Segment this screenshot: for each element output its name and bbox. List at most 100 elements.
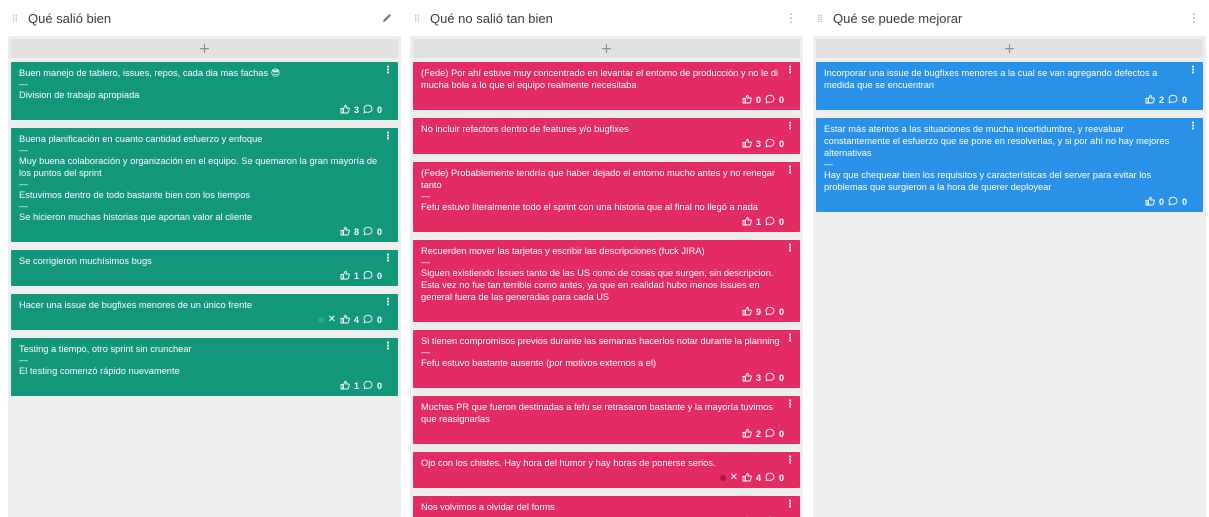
kebab-menu-icon[interactable]: ⋮ [785,499,795,511]
card-text: Recuerden mover las tarjetas y escribir … [421,246,705,256]
thumbs-up-icon[interactable] [742,216,752,229]
close-icon[interactable]: ✕ [328,314,336,326]
thumbs-up-icon[interactable] [340,380,350,393]
retro-card[interactable]: ⋮ Muchas PR que fueron destinadas a fefu … [413,396,800,444]
comment-icon[interactable] [363,104,373,117]
card-footer: 10 [421,216,784,228]
kebab-menu-icon[interactable]: ⋮ [383,341,393,353]
kebab-menu-icon[interactable]: ⋮ [383,253,393,265]
column-title[interactable]: Qué no salió tan bien [430,11,785,26]
card-separator: — [421,191,430,201]
comment-icon[interactable] [765,472,775,485]
kebab-menu-icon[interactable]: ⋮ [785,455,795,467]
drag-handle-icon[interactable]: ⁞⁞ [414,12,428,25]
retro-card[interactable]: ⋮ Hacer una issue de bugfixes menores de … [11,294,398,330]
comment-icon[interactable] [765,94,775,107]
thumbs-up-icon[interactable] [742,138,752,151]
thumbs-up-icon[interactable] [742,94,752,107]
column-header: ⁞⁞ Qué salió bien [8,0,401,36]
retro-card[interactable]: ⋮ Ojo con los chistes. Hay hora del humor… [413,452,800,488]
card-separator: — [19,355,28,365]
like-count: 9 [755,307,761,317]
add-card-button[interactable]: + [11,39,398,58]
column-que-salio-bien: ⁞⁞ Qué salió bien + ⋮ Buen manejo de tabl… [8,0,401,517]
retro-card[interactable]: ⋮ Recuerden mover las tarjetas y escribir… [413,240,800,322]
retro-card[interactable]: ⋮ Si tienen compromisos previos durante l… [413,330,800,388]
retro-card[interactable]: ⋮Nos volvimos a olvidar del forms00 [413,496,800,517]
thumbs-up-icon[interactable] [742,428,752,441]
card-footer: 80 [19,226,382,238]
like-count: 3 [353,105,359,115]
like-count: 2 [1158,95,1164,105]
retro-card[interactable]: ⋮ Buen manejo de tablero, issues, repos, … [11,62,398,120]
kebab-menu-icon[interactable]: ⋮ [1188,121,1198,133]
comment-count: 0 [376,271,382,281]
column-header: ⁞⁞ Qué se puede mejorar ⋮ [813,0,1206,36]
kebab-menu-icon[interactable]: ⋮ [1188,65,1198,77]
kebab-menu-icon[interactable]: ⋮ [785,243,795,255]
kebab-menu-icon[interactable]: ⋮ [785,333,795,345]
kebab-menu-icon[interactable]: ⋮ [785,399,795,411]
thumbs-up-icon[interactable] [742,372,752,385]
comment-icon[interactable] [363,226,373,239]
card-list: ⋮ Incorporar una issue de bugfixes menore… [813,58,1206,212]
thumbs-up-icon[interactable] [742,472,752,485]
kebab-menu-icon[interactable]: ⋮ [785,165,795,177]
comment-icon[interactable] [1168,196,1178,209]
card-text: Nos volvimos a olvidar del forms [421,502,555,512]
kebab-menu-icon[interactable]: ⋮ [1188,11,1200,25]
thumbs-up-icon[interactable] [742,306,752,319]
retro-card[interactable]: ⋮ (Fede) Probablemente tendría que haber … [413,162,800,232]
kebab-menu-icon[interactable]: ⋮ [785,65,795,77]
card-text: Estuvimos dentro de todo bastante bien c… [19,190,251,200]
comment-count: 0 [376,105,382,115]
retro-card[interactable]: ⋮ No incluir refactors dentro de features… [413,118,800,154]
card-text: Se corrigieron muchísimos bugs [19,256,152,266]
comment-icon[interactable] [765,138,775,151]
card-separator: — [421,347,430,357]
column-title[interactable]: Qué se puede mejorar [833,11,1188,26]
retro-card[interactable]: ⋮ Testing a tiempo, otro sprint sin crunc… [11,338,398,396]
retro-card[interactable]: ⋮ Se corrigieron muchísimos bugs 1 0 [11,250,398,286]
comment-icon[interactable] [765,216,775,229]
comment-count: 0 [1181,95,1187,105]
comment-icon[interactable] [765,306,775,319]
comment-icon[interactable] [1168,94,1178,107]
thumbs-up-icon[interactable] [1145,94,1155,107]
retro-card[interactable]: ⋮ (Fede) Por ahí estuve muy concentrado e… [413,62,800,110]
card-text: Incorporar una issue de bugfixes menores… [824,68,1158,90]
close-icon[interactable]: ✕ [730,472,738,484]
comment-icon[interactable] [765,372,775,385]
card-text: El testing comenzó rápido nuevamente [19,366,180,376]
add-card-button[interactable]: + [413,39,800,58]
retro-card[interactable]: ⋮ Incorporar una issue de bugfixes menore… [816,62,1203,110]
kebab-menu-icon[interactable]: ⋮ [383,131,393,143]
drag-handle-icon[interactable]: ⁞⁞ [817,12,831,25]
thumbs-up-icon[interactable] [340,226,350,239]
card-text: Muy buena colaboración y organización en… [19,156,378,178]
comment-icon[interactable] [363,314,373,327]
kebab-menu-icon[interactable]: ⋮ [383,65,393,77]
thumbs-up-icon[interactable] [1145,196,1155,209]
column-title[interactable]: Qué salió bien [28,11,381,26]
kebab-menu-icon[interactable]: ⋮ [383,297,393,309]
add-card-button[interactable]: + [816,39,1203,58]
card-footer: 10 [19,380,382,392]
thumbs-up-icon[interactable] [340,104,350,117]
pencil-icon[interactable] [381,12,393,24]
column-que-se-puede-mejorar: ⁞⁞ Qué se puede mejorar ⋮ + ⋮ Incorporar … [813,0,1206,517]
thumbs-up-icon[interactable] [340,270,350,283]
comment-icon[interactable] [765,428,775,441]
drag-handle-icon[interactable]: ⁞⁞ [12,12,26,25]
card-footer: 90 [421,306,784,318]
thumbs-up-icon[interactable] [340,314,350,327]
comment-icon[interactable] [363,270,373,283]
retro-card[interactable]: ⋮ Estar más atentos a las situaciones de … [816,118,1203,212]
retro-card[interactable]: ⋮ Buena planificación en cuanto cantidad … [11,128,398,242]
kebab-menu-icon[interactable]: ⋮ [785,11,797,25]
comment-icon[interactable] [363,380,373,393]
like-count: 1 [755,217,761,227]
kebab-menu-icon[interactable]: ⋮ [785,121,795,133]
card-text: Buena planificación en cuanto cantidad e… [19,134,263,144]
comment-count: 0 [778,95,784,105]
